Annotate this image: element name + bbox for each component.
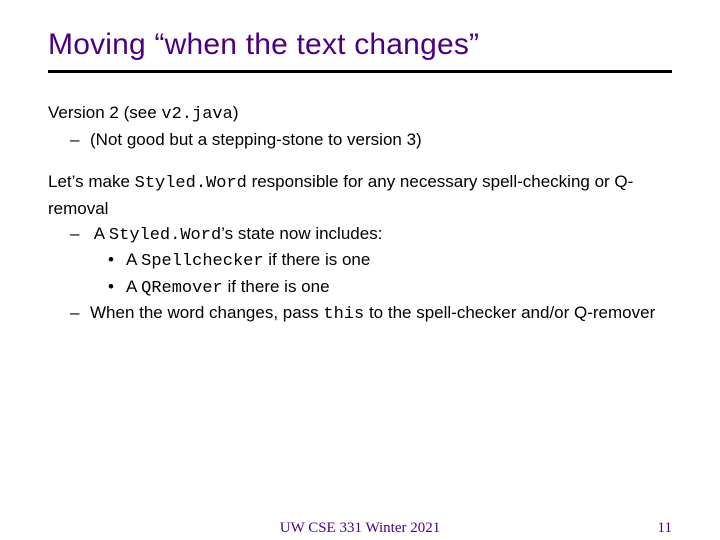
text: ’s state now includes: — [221, 224, 382, 243]
bullet-list: A Styled.Word’s state now includes: A Sp… — [48, 222, 672, 329]
code-class: Spellchecker — [141, 252, 263, 271]
code-class: Styled.Word — [109, 226, 221, 245]
text: When the word changes, pass — [90, 303, 323, 322]
bullet-list: (Not good but a stepping-stone to versio… — [48, 128, 672, 153]
list-item: When the word changes, pass this to the … — [90, 301, 672, 328]
paragraph-2: Let’s make Styled.Word responsible for a… — [48, 170, 672, 328]
title-underline — [48, 70, 672, 73]
text: if there is one — [223, 277, 330, 296]
code-class: Styled.Word — [135, 174, 247, 193]
list-item: (Not good but a stepping-stone to versio… — [90, 128, 672, 153]
sub-bullet-list: A Spellchecker if there is one A QRemove… — [90, 248, 672, 301]
code-keyword: this — [323, 305, 364, 324]
text: Let’s make — [48, 172, 135, 191]
text: if there is one — [264, 250, 371, 269]
text: Version 2 (see — [48, 103, 161, 122]
code-filename: v2.java — [161, 105, 232, 124]
list-item: A Spellchecker if there is one — [126, 248, 672, 275]
code-class: QRemover — [141, 279, 223, 298]
text: ) — [233, 103, 239, 122]
slide-body: Version 2 (see v2.java) (Not good but a … — [48, 101, 672, 328]
text: (Not good but a stepping-stone to versio… — [90, 130, 422, 149]
text: A — [126, 277, 141, 296]
footer-course: UW CSE 331 Winter 2021 — [280, 520, 441, 537]
list-item: A Styled.Word’s state now includes: A Sp… — [90, 222, 672, 302]
slide-title: Moving “when the text changes” — [48, 28, 672, 62]
paragraph-1: Version 2 (see v2.java) (Not good but a … — [48, 101, 672, 152]
list-item: A QRemover if there is one — [126, 275, 672, 302]
text: A — [126, 250, 141, 269]
slide: Moving “when the text changes” Version 2… — [0, 0, 720, 540]
text: A — [94, 224, 109, 243]
text: to the spell-checker and/or Q-remover — [364, 303, 655, 322]
footer-page-number: 11 — [658, 520, 672, 537]
